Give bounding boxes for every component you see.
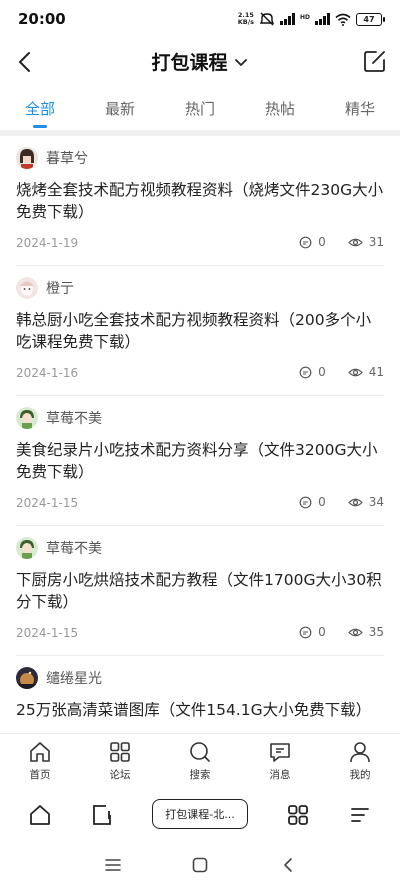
post-date: 2024-1-19 xyxy=(16,236,79,250)
author-name: 暮草兮 xyxy=(46,151,88,167)
view-count: 35 xyxy=(368,625,384,639)
apps-grid-icon[interactable] xyxy=(286,803,310,827)
comment-icon xyxy=(299,236,312,248)
comment-count: 0 xyxy=(318,495,326,509)
nav-label: 消息 xyxy=(269,769,291,781)
post-title[interactable]: 美食纪录片小吃技术配方资料分享（文件3200G大小免费下载） xyxy=(16,439,384,483)
author-name: 草莓不美 xyxy=(46,411,102,427)
post-author[interactable]: 暮草兮 xyxy=(16,147,88,169)
signal-2-icon xyxy=(315,13,330,25)
system-home-icon[interactable] xyxy=(192,857,208,873)
post-stats: 0 41 xyxy=(299,365,384,379)
comment-icon xyxy=(299,496,312,508)
post-author[interactable]: 橙亍 xyxy=(16,277,74,299)
post-date: 2024-1-16 xyxy=(16,366,79,380)
tab-hot-posts[interactable]: 热帖 xyxy=(240,86,320,130)
view-count: 34 xyxy=(368,495,384,509)
post-date: 2024-1-15 xyxy=(16,626,79,640)
post-stats: 0 31 xyxy=(299,235,384,249)
post-title[interactable]: 下厨房小吃烘焙技术配方教程（文件1700G大小30积分下载） xyxy=(16,569,384,613)
network-speed: 2.15 KB/s xyxy=(237,11,254,26)
comment-icon xyxy=(299,626,312,638)
page-title-dropdown[interactable]: 打包课程 xyxy=(0,48,400,75)
avatar[interactable] xyxy=(16,277,38,299)
list-item[interactable]: 橙亍 韩总厨小吃全套技术配方视频教程资料（200多个小吃课程免费下载） 2024… xyxy=(16,266,384,396)
person-icon xyxy=(350,742,370,763)
list-item[interactable]: 草莓不美 美食纪录片小吃技术配方资料分享（文件3200G大小免费下载） 2024… xyxy=(16,396,384,526)
view-count: 41 xyxy=(368,365,384,379)
browser-tab-button[interactable]: 打包课程-北... xyxy=(152,799,248,829)
post-list: 暮草兮 烧烤全套技术配方视频教程资料（烧烤文件230G大小免费下载） 2024-… xyxy=(0,136,400,733)
eye-icon xyxy=(347,628,363,636)
home-icon xyxy=(30,742,50,762)
signal-1-icon xyxy=(279,13,295,25)
author-name: 缱绻星光 xyxy=(46,671,102,687)
author-name: 橙亍 xyxy=(46,281,74,297)
post-title[interactable]: 韩总厨小吃全套技术配方视频教程资料（200多个小吃课程免费下载） xyxy=(16,309,384,353)
page-title: 打包课程 xyxy=(151,52,228,74)
nav-search[interactable]: 搜索 xyxy=(160,734,240,791)
nav-forum[interactable]: 论坛 xyxy=(80,734,160,791)
nav-home[interactable]: 首页 xyxy=(0,734,80,791)
system-back-icon[interactable] xyxy=(282,857,294,873)
tab-popular[interactable]: 热门 xyxy=(160,86,240,130)
chevron-down-icon xyxy=(234,58,247,66)
wifi-icon xyxy=(335,13,351,26)
bookmark-icon[interactable] xyxy=(90,803,114,827)
post-stats: 0 34 xyxy=(299,495,384,509)
post-author[interactable]: 缱绻星光 xyxy=(16,667,102,689)
post-author[interactable]: 草莓不美 xyxy=(16,537,102,559)
list-item[interactable]: 草莓不美 下厨房小吃烘焙技术配方教程（文件1700G大小30积分下载） 2024… xyxy=(16,526,384,656)
author-name: 草莓不美 xyxy=(46,541,102,557)
eye-icon xyxy=(347,238,363,246)
list-item[interactable]: 缱绻星光 25万张高清菜谱图库（文件154.1G大小免费下载） xyxy=(16,656,384,733)
edit-icon[interactable] xyxy=(362,48,388,74)
avatar[interactable] xyxy=(16,537,38,559)
mute-icon xyxy=(259,12,275,26)
grid-icon xyxy=(110,742,130,762)
browser-tab-label: 打包课程-北... xyxy=(165,808,235,821)
comment-icon xyxy=(299,366,312,378)
bottom-nav: 首页 论坛 搜索 消息 我的 xyxy=(0,733,400,791)
tab-all[interactable]: 全部 xyxy=(0,86,80,130)
search-icon xyxy=(190,742,210,762)
category-tabs: 全部 最新 热门 热帖 精华 xyxy=(0,86,400,130)
view-count: 31 xyxy=(368,235,384,249)
nav-label: 论坛 xyxy=(109,769,131,781)
nav-profile[interactable]: 我的 xyxy=(320,734,400,791)
comment-count: 0 xyxy=(318,235,326,249)
top-app-bar: 打包课程 xyxy=(0,38,400,86)
eye-icon xyxy=(347,368,363,376)
menu-icon[interactable] xyxy=(348,803,372,827)
status-bar: 20:00 2.15 KB/s HD 47 xyxy=(0,0,400,38)
post-author[interactable]: 草莓不美 xyxy=(16,407,102,429)
avatar[interactable] xyxy=(16,407,38,429)
avatar[interactable] xyxy=(16,667,38,689)
post-stats: 0 35 xyxy=(299,625,384,639)
eye-icon xyxy=(347,498,363,506)
nav-messages[interactable]: 消息 xyxy=(240,734,320,791)
message-icon xyxy=(270,743,290,762)
post-title[interactable]: 烧烤全套技术配方视频教程资料（烧烤文件230G大小免费下载） xyxy=(16,179,384,223)
tab-featured[interactable]: 精华 xyxy=(320,86,400,130)
comment-count: 0 xyxy=(318,365,326,379)
browser-toolbar: 打包课程-北... xyxy=(0,791,400,839)
recents-icon[interactable] xyxy=(104,857,122,873)
nav-label: 搜索 xyxy=(189,769,211,781)
network-type: HD xyxy=(299,14,310,21)
avatar[interactable] xyxy=(16,147,38,169)
tab-latest[interactable]: 最新 xyxy=(80,86,160,130)
list-item[interactable]: 暮草兮 烧烤全套技术配方视频教程资料（烧烤文件230G大小免费下载） 2024-… xyxy=(16,136,384,266)
comment-count: 0 xyxy=(318,625,326,639)
nav-label: 首页 xyxy=(29,769,51,781)
browser-home-icon[interactable] xyxy=(28,803,52,827)
post-title[interactable]: 25万张高清菜谱图库（文件154.1G大小免费下载） xyxy=(16,699,384,721)
battery-icon: 47 xyxy=(356,12,385,26)
nav-label: 我的 xyxy=(349,769,371,781)
clock: 20:00 xyxy=(18,10,66,28)
system-nav-bar xyxy=(0,839,400,890)
post-date: 2024-1-15 xyxy=(16,496,79,510)
